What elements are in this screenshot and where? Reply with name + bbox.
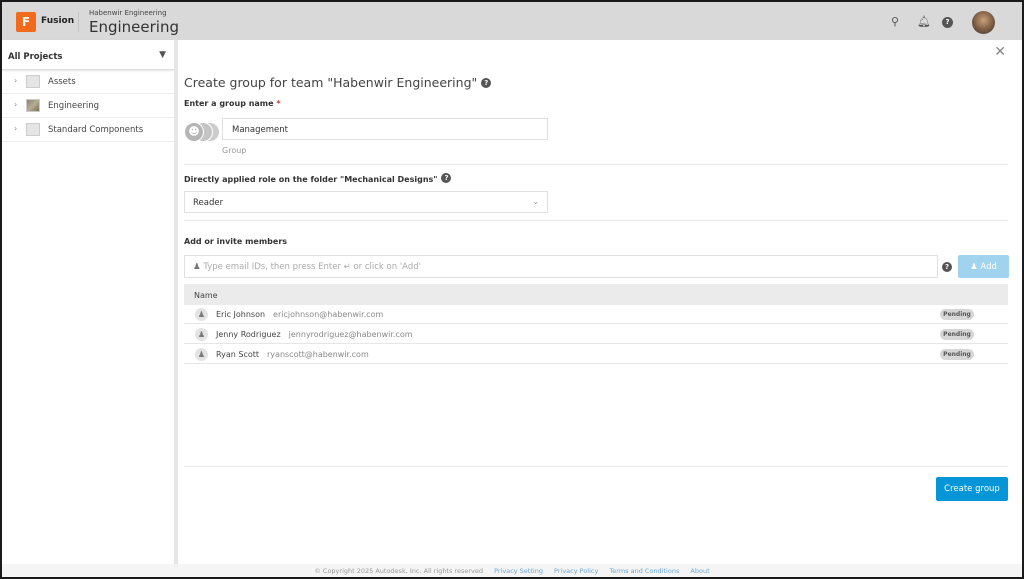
dialog-title: Create group for team "Habenwir Engineer…: [184, 75, 492, 90]
group-name-input[interactable]: Management: [222, 118, 548, 140]
label-text: Enter a group name: [184, 99, 274, 108]
divider: [184, 220, 1008, 221]
app-name: Fusion: [41, 16, 75, 26]
add-user-icon: ♟: [193, 262, 201, 272]
members-label: Add or invite members: [184, 237, 288, 246]
folder-icon: [26, 75, 40, 88]
about-link[interactable]: About: [690, 567, 709, 575]
chevron-down-icon: ⌄: [532, 197, 539, 206]
team-name[interactable]: Habenwir Engineering: [89, 9, 167, 17]
group-avatar-icon: ☻: [184, 122, 220, 142]
sidebar-item-label: Standard Components: [48, 125, 144, 135]
fusion-logo[interactable]: F: [16, 12, 36, 32]
user-avatar[interactable]: [972, 11, 995, 34]
status-badge: Pending: [940, 329, 974, 340]
create-group-button[interactable]: Create group: [936, 477, 1008, 501]
member-email: ryanscott@habenwir.com: [267, 350, 369, 359]
help-icon[interactable]: ?: [942, 262, 952, 272]
help-icon[interactable]: ?: [481, 78, 492, 88]
privacy-setting-link[interactable]: Privacy Setting: [494, 567, 543, 575]
search-icon[interactable]: ⚲: [891, 15, 899, 28]
divider: [78, 12, 79, 32]
sidebar-header: All Projects ▼: [2, 40, 174, 70]
person-icon: ♟: [195, 308, 208, 321]
footer: © Copyright 2025 Autodesk, Inc. All righ…: [2, 564, 1022, 577]
input-placeholder: Type email IDs, then press Enter ↵ or cl…: [203, 262, 421, 272]
sidebar-item-assets[interactable]: › Assets: [2, 70, 174, 94]
member-name: Eric Johnson: [216, 310, 266, 319]
member-name: Jenny Rodriguez: [216, 330, 281, 339]
sidebar-item-label: Assets: [48, 77, 76, 87]
table-row: ♟ Eric Johnson ericjohnson@habenwir.com Pen…: [184, 305, 1008, 324]
close-icon[interactable]: ✕: [994, 44, 1006, 60]
chevron-right-icon[interactable]: ›: [14, 124, 17, 133]
table-header: Name: [184, 284, 1008, 305]
member-email: ericjohnson@habenwir.com: [273, 310, 384, 319]
privacy-policy-link[interactable]: Privacy Policy: [554, 567, 598, 575]
required-mark: *: [276, 99, 281, 108]
project-name[interactable]: Engineering: [89, 18, 179, 36]
table-row: ♟ Ryan Scott ryanscott@habenwir.com Pending: [184, 345, 1008, 364]
label-text: Directly applied role on the folder "Mec…: [184, 175, 438, 184]
role-select[interactable]: Reader ⌄: [184, 191, 548, 213]
create-group-panel: ✕ Create group for team "Habenwir Engine…: [178, 40, 1022, 564]
group-name-label: Enter a group name *: [184, 99, 281, 108]
copyright-text: © Copyright 2025 Autodesk, Inc. All righ…: [314, 567, 483, 575]
chevron-right-icon[interactable]: ›: [14, 100, 17, 109]
sidebar-item-label: Engineering: [48, 101, 99, 111]
status-badge: Pending: [940, 309, 974, 320]
title-text: Create group for team "Habenwir Engineer…: [184, 75, 478, 90]
member-email: jennyrodriguez@habenwir.com: [288, 330, 413, 339]
status-badge: Pending: [940, 349, 974, 360]
add-button[interactable]: ♟ Add: [958, 255, 1009, 278]
role-value: Reader: [193, 198, 224, 208]
app-window: F Fusion Habenwir Engineering Engineerin…: [2, 2, 1022, 577]
chevron-right-icon[interactable]: ›: [14, 76, 17, 85]
member-name: Ryan Scott: [216, 350, 260, 359]
bell-icon[interactable]: 🔔︎: [917, 15, 931, 28]
role-label: Directly applied role on the folder "Mec…: [184, 173, 452, 184]
member-email-input[interactable]: ♟ Type email IDs, then press Enter ↵ or …: [184, 255, 938, 278]
project-thumbnail-icon: [26, 99, 40, 112]
folder-icon: [26, 123, 40, 136]
sidebar-item-standard-components[interactable]: › Standard Components: [2, 118, 174, 142]
help-icon[interactable]: ?: [942, 16, 953, 29]
sidebar-title: All Projects: [8, 52, 63, 62]
help-icon[interactable]: ?: [441, 173, 452, 183]
terms-link[interactable]: Terms and Conditions: [609, 567, 679, 575]
group-sublabel: Group: [222, 146, 247, 155]
table-row: ♟ Jenny Rodriguez jennyrodriguez@habenwir.…: [184, 325, 1008, 344]
sidebar-item-engineering[interactable]: › Engineering: [2, 94, 174, 118]
person-icon: ♟: [195, 328, 208, 341]
person-icon: ♟: [195, 348, 208, 361]
button-label: Add: [980, 262, 997, 272]
add-user-icon: ♟: [970, 262, 978, 272]
top-bar: F Fusion Habenwir Engineering Engineerin…: [2, 2, 1022, 40]
divider: [184, 466, 1008, 467]
filter-icon[interactable]: ▼: [159, 50, 166, 60]
project-sidebar: All Projects ▼ › Assets › Engineering › …: [2, 40, 174, 564]
divider: [184, 164, 1008, 165]
